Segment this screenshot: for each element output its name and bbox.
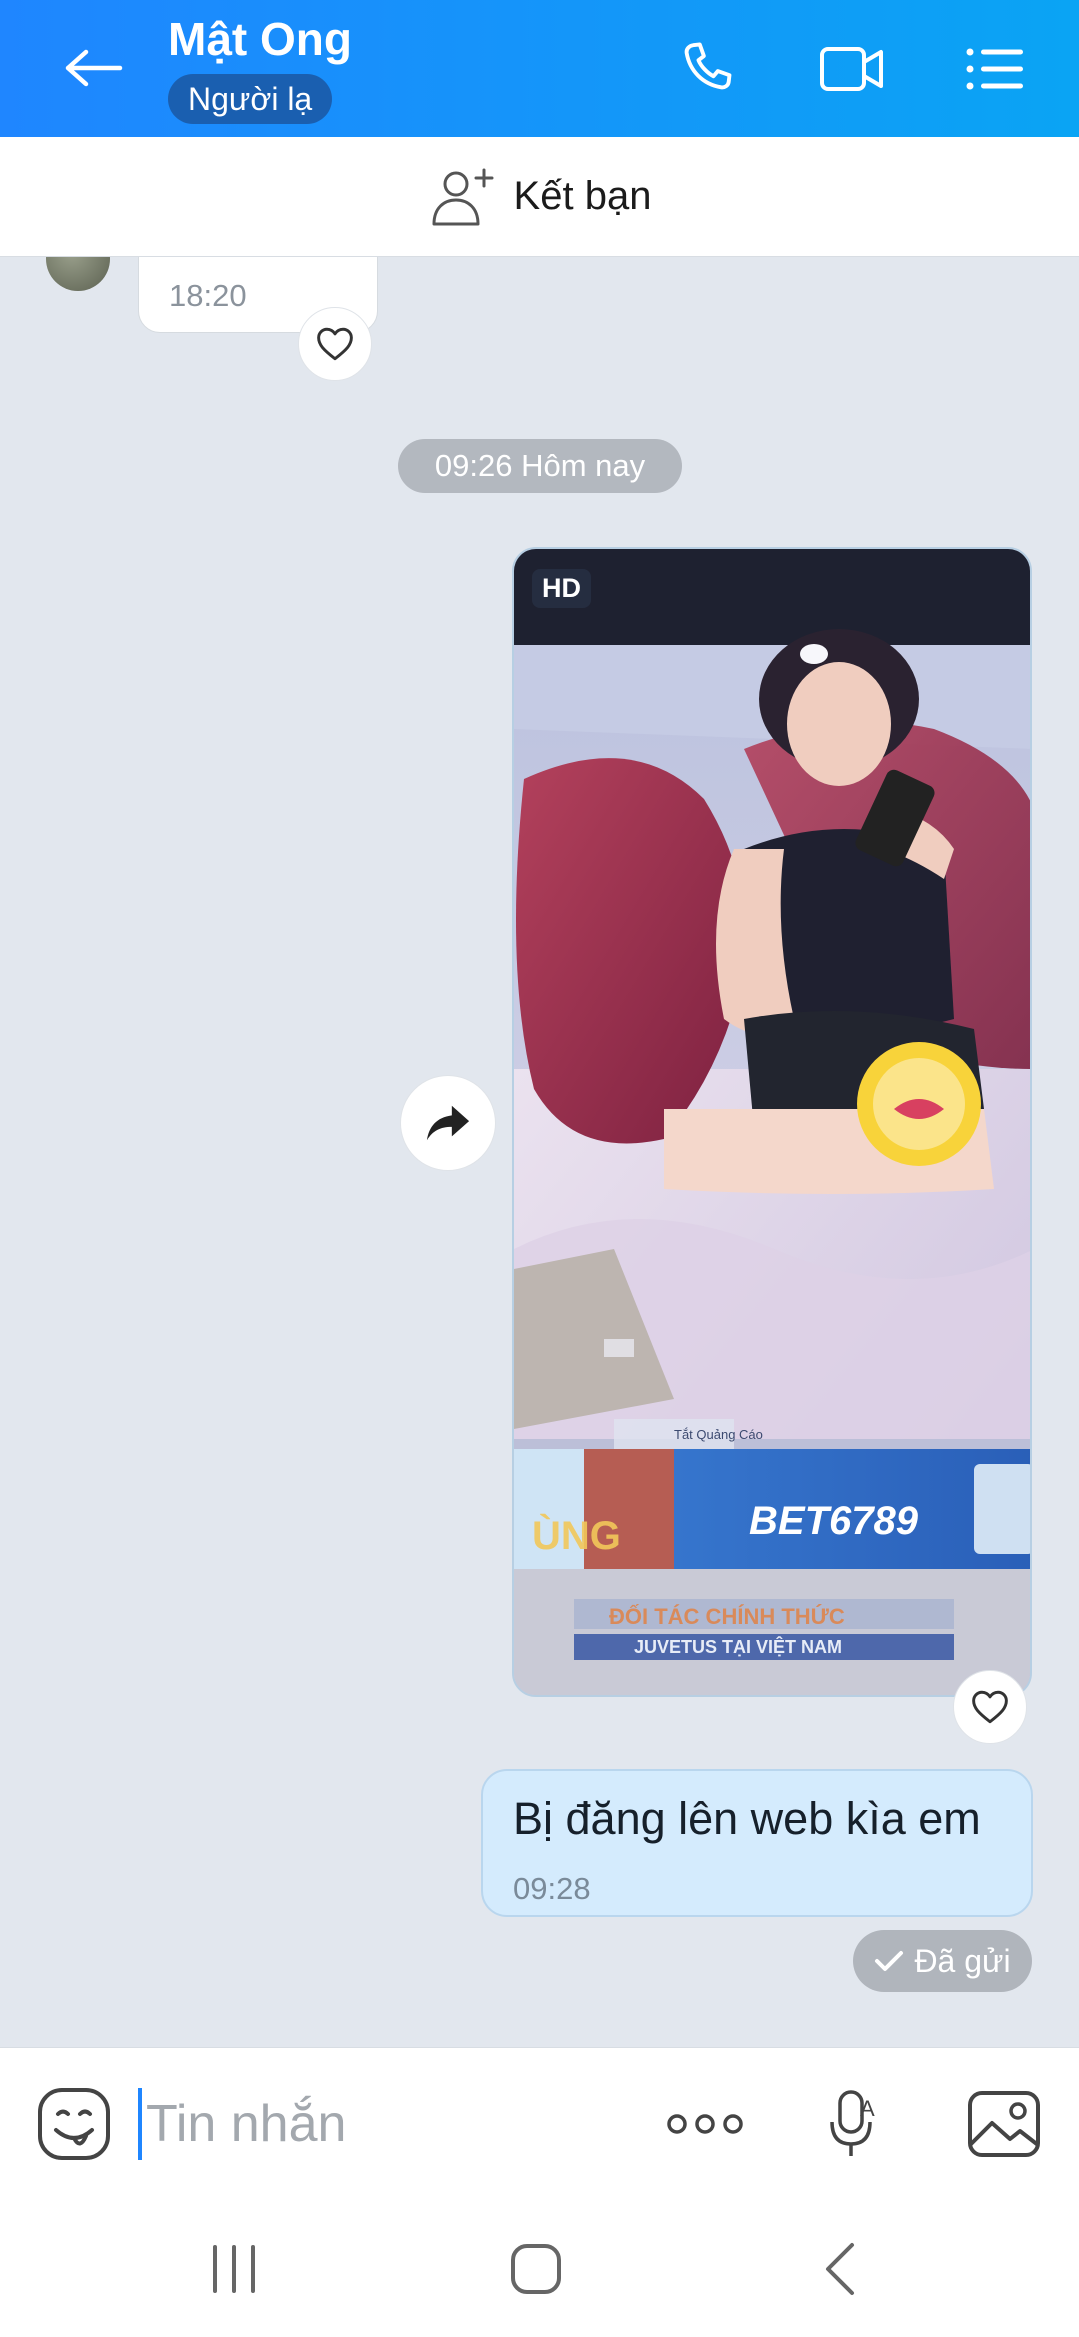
list-menu-icon [966,48,1023,90]
check-icon [875,1951,904,1971]
heart-icon [972,1690,1008,1724]
react-button[interactable] [953,1670,1027,1744]
heart-icon [317,327,353,361]
svg-text:A: A [860,2096,875,2121]
stranger-badge: Người lạ [168,74,333,124]
system-nav-bar [0,2197,1079,2337]
chat-header: Mật Ong Người lạ [0,0,1079,137]
back-arrow-icon [65,49,123,87]
message-text: Bị đăng lên web kìa em [513,1793,981,1844]
svg-text:ĐỐI TÁC CHÍNH THỨC: ĐỐI TÁC CHÍNH THỨC [609,1603,845,1629]
phone-icon [684,42,732,90]
sent-status-badge: Đã gửi [853,1930,1032,1992]
video-call-icon [820,47,883,91]
add-friend-icon [432,168,494,225]
more-button[interactable] [662,2082,748,2166]
message-composer: A [0,2047,1079,2197]
avatar[interactable] [46,257,110,291]
add-friend-label: Kết bạn [513,174,652,218]
gallery-icon [968,2091,1040,2157]
date-separator: 09:26 Hôm nay [398,439,682,493]
svg-text:JUVETUS TẠI VIỆT NAM: JUVETUS TẠI VIỆT NAM [634,1636,842,1657]
chat-area[interactable]: 18:20 09:26 Hôm nay ÙNG Tắt Quảng Cáo BE… [0,257,1079,2047]
chat-menu-button[interactable] [960,34,1030,104]
home-icon [511,2244,561,2294]
outgoing-message-bubble[interactable]: Bị đăng lên web kìa em 09:28 [481,1769,1033,1917]
more-dots-icon [667,2114,743,2134]
recent-apps-icon [213,2245,255,2293]
system-back-button[interactable] [790,2237,890,2301]
home-button[interactable] [486,2237,586,2301]
message-time: 09:28 [513,1871,591,1906]
video-call-button[interactable] [817,34,887,104]
react-button[interactable] [298,307,372,381]
back-button[interactable] [52,28,136,108]
message-time: 18:20 [169,278,247,313]
contact-name[interactable]: Mật Ong [168,12,352,66]
voice-button[interactable]: A [812,2082,896,2166]
gallery-button[interactable] [962,2082,1046,2166]
sent-status-label: Đã gửi [914,1942,1011,1979]
sticker-icon [38,2088,110,2160]
forward-button[interactable] [400,1075,496,1171]
photo-image: ÙNG Tắt Quảng Cáo BET6789 ĐỐI TÁC CHÍNH … [514,549,1030,1695]
voice-to-text-icon: A [830,2090,875,2156]
call-button[interactable] [672,34,742,104]
photo-message[interactable]: ÙNG Tắt Quảng Cáo BET6789 ĐỐI TÁC CHÍNH … [512,547,1032,1697]
add-friend-bar[interactable]: Kết bạn [0,137,1079,257]
message-input[interactable] [138,2088,598,2160]
recent-apps-button[interactable] [184,2237,284,2301]
svg-text:BET6789: BET6789 [749,1499,919,1543]
hd-badge: HD [532,569,591,608]
back-icon [826,2243,854,2295]
sticker-button[interactable] [32,2082,116,2166]
svg-text:ÙNG: ÙNG [532,1512,621,1558]
share-forward-icon [426,1105,470,1141]
svg-text:Tắt Quảng Cáo: Tắt Quảng Cáo [674,1427,763,1442]
